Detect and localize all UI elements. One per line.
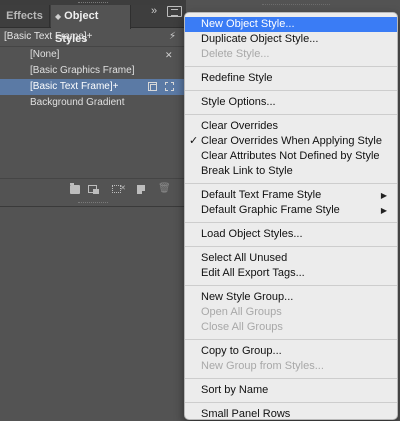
menu-item-edit-all-export-tags[interactable]: Edit All Export Tags... [185,266,397,281]
collapse-panel-icon[interactable]: » [151,5,157,17]
menu-separator [185,285,397,286]
folder-icon[interactable] [70,183,80,194]
updown-icon: ◆ [55,12,62,21]
menu-separator [185,66,397,67]
style-row-basic-graphics-frame[interactable]: [Basic Graphics Frame] [0,63,186,79]
menu-item-style-options[interactable]: Style Options... [185,95,397,110]
menu-item-copy-to-group[interactable]: Copy to Group... [185,344,397,359]
style-row-label: [None] [30,49,60,60]
dock-grip-top[interactable] [262,4,330,5]
lightning-icon[interactable]: ⚡︎ [169,29,176,45]
menu-item-new-style-group[interactable]: New Style Group... [185,290,397,305]
checkmark-icon: ✓ [189,135,199,147]
menu-item-label: Clear Overrides [201,120,279,132]
menu-item-label: Clear Overrides When Applying Style [201,135,382,147]
menu-item-label: Sort by Name [201,384,269,396]
menu-item-break-link-to-style[interactable]: Break Link to Style [185,164,397,179]
menu-item-sort-by-name[interactable]: Sort by Name [185,383,397,398]
style-row-label: Background Gradient [30,97,125,108]
menu-item-label: Close All Groups [201,321,283,333]
menu-item-label: Small Panel Rows [201,408,291,420]
menu-item-label: Break Link to Style [201,165,293,177]
menu-item-label: Edit All Export Tags... [201,267,305,279]
menu-item-load-object-styles[interactable]: Load Object Styles... [185,227,397,242]
object-styles-panel: Effects ◆ Object Styles » [Basic Text Fra… [0,0,186,207]
menu-item-close-all-groups: Close All Groups [185,320,397,335]
menu-item-default-graphic-frame-style[interactable]: Default Graphic Frame Style ▶ [185,203,397,218]
panel-tabbar: Effects ◆ Object Styles [0,5,186,45]
menu-item-select-all-unused[interactable]: Select All Unused [185,251,397,266]
menu-item-label: Open All Groups [201,306,282,318]
menu-item-clear-overrides-when-applying-style[interactable]: ✓ Clear Overrides When Applying Style [185,134,397,149]
menu-item-label: Style Options... [201,96,276,108]
clear-attributes-icon[interactable] [112,184,126,193]
new-style-icon[interactable] [137,185,145,194]
pencil-x-icon: ✕ [165,50,173,60]
menu-item-label: New Group from Styles... [201,360,324,372]
style-row-none[interactable]: [None] ✕ [0,47,186,63]
menu-item-clear-attributes-not-defined-by-style[interactable]: Clear Attributes Not Defined by Style [185,149,397,164]
menu-separator [185,183,397,184]
menu-item-label: Duplicate Object Style... [201,33,319,45]
menu-item-label: New Object Style... [201,18,295,30]
clear-overrides-icon[interactable] [88,185,99,194]
menu-item-clear-overrides[interactable]: Clear Overrides [185,119,397,134]
panel-menu-icon[interactable] [167,6,182,17]
submenu-arrow-icon: ▶ [380,191,387,200]
style-row-background-gradient[interactable]: Background Gradient [0,95,186,111]
menu-item-label: New Style Group... [201,291,294,303]
menu-item-label: Copy to Group... [201,345,282,357]
tab-object-styles[interactable]: ◆ Object Styles [51,5,131,45]
menu-separator [185,378,397,379]
menu-item-duplicate-object-style[interactable]: Duplicate Object Style... [185,32,397,47]
submenu-arrow-icon: ▶ [380,206,387,215]
menu-item-label: Select All Unused [201,252,288,264]
menu-item-default-text-frame-style[interactable]: Default Text Frame Style ▶ [185,188,397,203]
menu-item-label: Redefine Style [201,72,273,84]
menu-item-label: Load Object Styles... [201,228,303,240]
trash-icon[interactable]: 🗑︎ [158,183,171,194]
style-row-label: [Basic Text Frame]+ [30,81,119,92]
menu-separator [185,339,397,340]
current-style-label: [Basic Text Frame]+ [4,31,93,42]
current-style-row: [Basic Text Frame]+ ⚡︎ [0,29,186,45]
style-row-label: [Basic Graphics Frame] [30,65,135,76]
panel-grip-bottom[interactable] [78,202,108,203]
menu-separator [185,90,397,91]
panel-flyout-menu: New Object Style... Duplicate Object Styl… [184,12,398,420]
style-row-basic-text-frame[interactable]: [Basic Text Frame]+ [0,79,186,95]
style-list: [None] ✕ [Basic Graphics Frame] [Basic T… [0,46,186,176]
menu-item-label: Delete Style... [201,48,270,60]
menu-item-small-panel-rows[interactable]: Small Panel Rows [185,407,397,421]
menu-separator [185,222,397,223]
menu-item-new-group-from-styles: New Group from Styles... [185,359,397,374]
menu-item-delete-style: Delete Style... [185,47,397,62]
menu-item-redefine-style[interactable]: Redefine Style [185,71,397,86]
menu-item-open-all-groups: Open All Groups [185,305,397,320]
frame-grid-icon [148,82,157,91]
panel-footer: 🗑︎ [0,178,186,200]
menu-item-new-object-style[interactable]: New Object Style... [185,17,397,32]
menu-item-label: Clear Attributes Not Defined by Style [201,150,380,162]
menu-item-label: Default Graphic Frame Style [201,204,340,216]
tab-effects[interactable]: Effects [0,5,50,28]
dashed-frame-icon [165,82,174,91]
menu-separator [185,114,397,115]
menu-item-label: Default Text Frame Style [201,189,322,201]
menu-separator [185,246,397,247]
menu-separator [185,402,397,403]
